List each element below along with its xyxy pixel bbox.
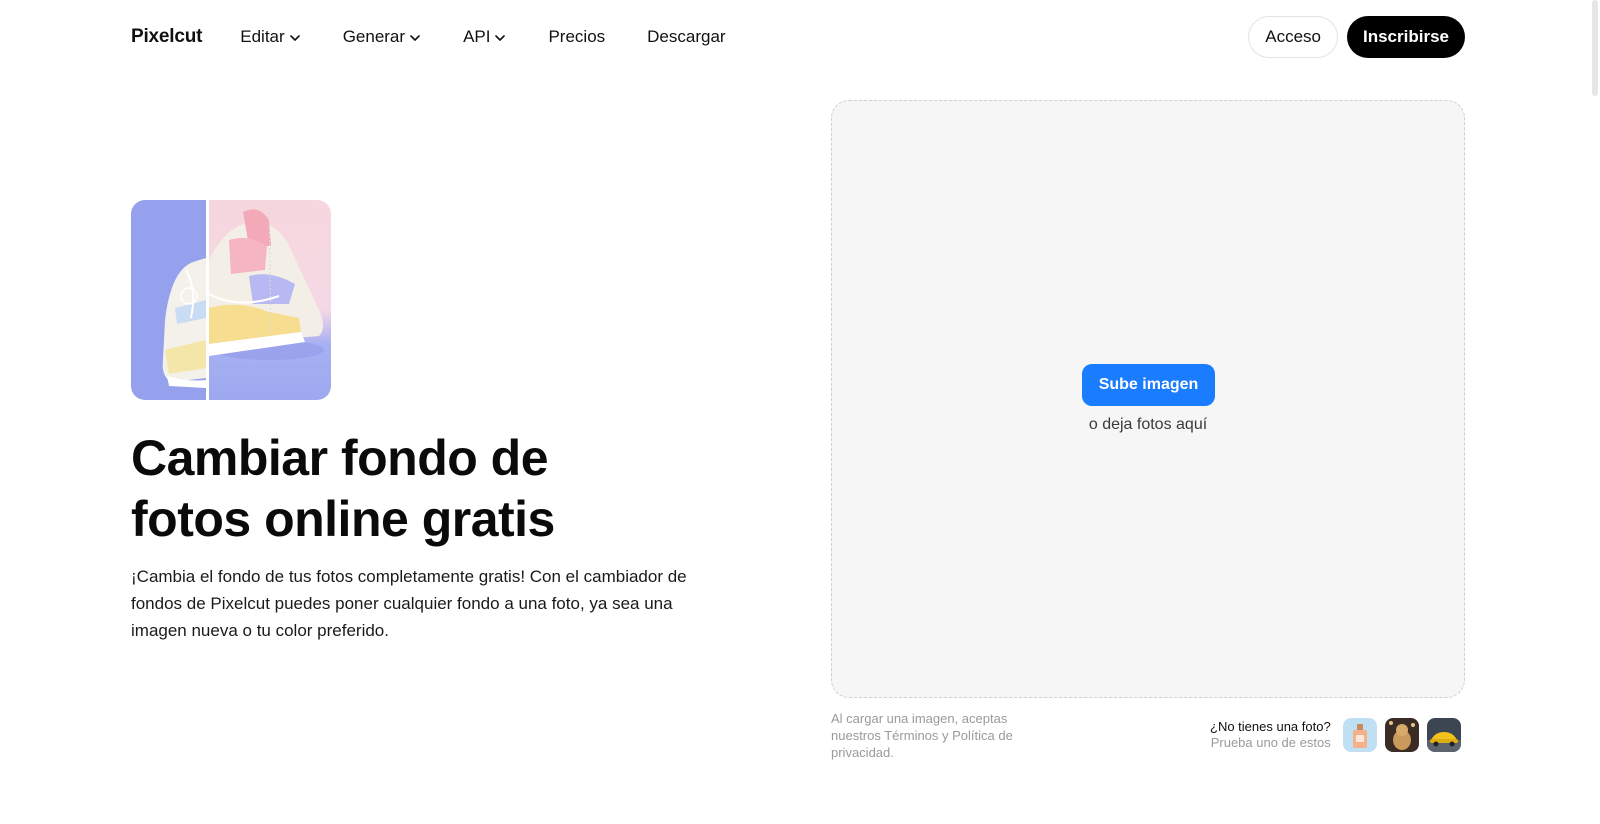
image-dropzone[interactable]: Sube imagen o deja fotos aquí (831, 100, 1465, 698)
chevron-down-icon (494, 32, 506, 44)
sample-thumbnails (1342, 718, 1461, 752)
nav-item-api[interactable]: API (463, 27, 506, 47)
hero-description: ¡Cambia el fondo de tus fotos completame… (131, 567, 687, 640)
perfume-bottle-thumbnail[interactable] (1342, 718, 1377, 752)
nav-item-precios[interactable]: Precios (548, 27, 605, 47)
hero-image-before (131, 200, 206, 400)
page: Pixelcut Editar Generar API Precios Desc… (0, 0, 1600, 824)
chevron-down-icon (289, 32, 301, 44)
sample-images: ¿No tienes una foto? Prueba uno de estos (1210, 718, 1461, 752)
nav-item-descargar[interactable]: Descargar (647, 27, 725, 47)
sneaker-left-graphic (162, 258, 206, 388)
hero-before-after-image (131, 200, 331, 400)
page-title-line-1: Cambiar fondo de (131, 430, 549, 486)
nav-item-editar[interactable]: Editar (240, 27, 300, 47)
page-scrollbar[interactable] (1592, 0, 1598, 96)
sample-images-question: ¿No tienes una foto? (1210, 719, 1331, 734)
sneaker-right-graphic (209, 207, 324, 360)
dog-thumbnail[interactable] (1384, 718, 1419, 752)
chevron-down-icon (409, 32, 421, 44)
nav-item-label: Descargar (647, 27, 726, 46)
nav-item-label: Generar (342, 27, 406, 46)
upload-image-button[interactable]: Sube imagen (1082, 364, 1215, 406)
nav-item-generar[interactable]: Generar (343, 27, 421, 47)
page-title-line-2: fotos online gratis (131, 491, 555, 547)
yellow-car-thumbnail[interactable] (1426, 718, 1461, 752)
drop-hint-text: o deja fotos aquí (1088, 416, 1208, 433)
nav-links: Editar Generar API Precios Descargar (240, 27, 767, 47)
nav-auth-buttons: Acceso Inscribirse (1248, 16, 1465, 58)
page-title: Cambiar fondo de fotos online gratis (131, 428, 731, 550)
nav-item-label: Precios (548, 27, 606, 46)
nav-item-label: API (463, 27, 491, 46)
sample-images-text: ¿No tienes una foto? Prueba uno de estos (1210, 719, 1331, 751)
top-navigation: Pixelcut Editar Generar API Precios Desc… (131, 16, 1465, 58)
pixelcut-logo[interactable]: Pixelcut (131, 26, 202, 48)
sample-images-subtitle: Prueba uno de estos (1210, 735, 1331, 750)
nav-item-label: Editar (240, 27, 285, 46)
terms-notice: Al cargar una imagen, aceptas nuestros T… (831, 711, 1013, 760)
signup-button[interactable]: Inscribirse (1347, 16, 1465, 58)
hero-image-after (209, 200, 331, 400)
login-button[interactable]: Acceso (1248, 16, 1338, 58)
